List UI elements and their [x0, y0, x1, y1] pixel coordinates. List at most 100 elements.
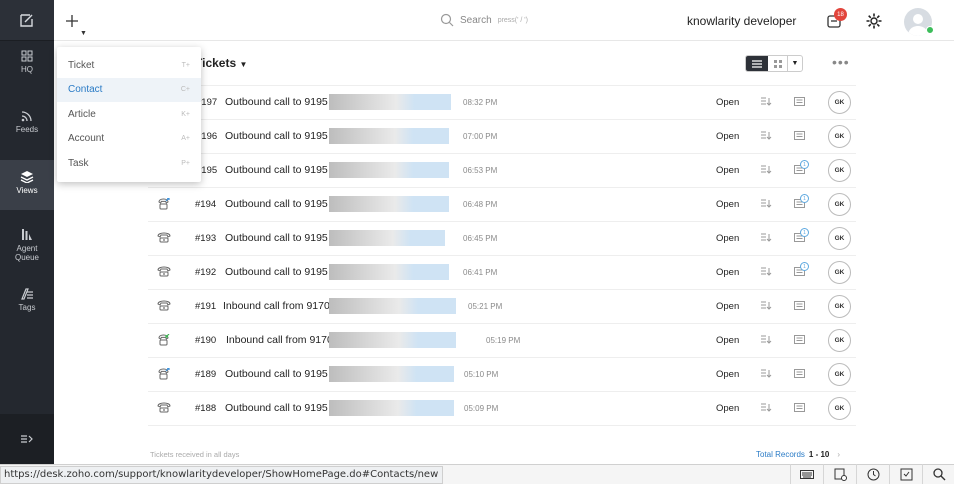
table-row[interactable]: #196 Outbound call to 9195 07:00 PM Open GK	[148, 119, 856, 153]
ticket-subject[interactable]: Inbound call from 9170	[226, 334, 333, 346]
conversation-icon[interactable]	[794, 335, 805, 347]
menu-item-account[interactable]: Account A+	[57, 127, 201, 152]
priority-icon[interactable]	[761, 403, 772, 415]
table-row[interactable]: #194 Outbound call to 9195 06:48 PM Open 1 GK	[148, 187, 856, 221]
chevron-down-icon[interactable]: ▼	[80, 30, 87, 37]
outgoing-call-icon	[157, 367, 170, 383]
assignee-avatar[interactable]: GK	[828, 363, 851, 386]
priority-icon[interactable]	[761, 97, 772, 109]
status-badge[interactable]: Open	[716, 131, 739, 142]
table-row[interactable]: #188 Outbound call to 9195 05:09 PM Open GK	[148, 391, 856, 425]
menu-item-task[interactable]: Task P+	[57, 151, 201, 176]
dialer-icon[interactable]	[889, 464, 922, 484]
chevron-down-icon[interactable]: ▼	[788, 56, 802, 71]
redacted-phone	[329, 400, 454, 416]
portal-name[interactable]: knowlarity developer	[687, 14, 796, 28]
view-title[interactable]: Tickets ▼	[195, 56, 247, 70]
ticket-subject[interactable]: Outbound call to 9195	[225, 130, 328, 142]
priority-icon[interactable]	[761, 233, 772, 245]
priority-icon[interactable]	[761, 199, 772, 211]
conversation-icon[interactable]: 1	[794, 262, 809, 279]
app-logo-icon[interactable]	[0, 0, 54, 41]
table-row[interactable]: #191 Inbound call from 9170 05:21 PM Open GK	[148, 289, 856, 323]
priority-icon[interactable]	[761, 165, 772, 177]
conversation-icon[interactable]: 1	[794, 160, 809, 177]
assignee-avatar[interactable]: GK	[828, 193, 851, 216]
ticket-number[interactable]: #189	[195, 369, 216, 380]
table-row[interactable]: #192 Outbound call to 9195 06:41 PM Open 1 GK	[148, 255, 856, 289]
menu-item-article[interactable]: Article K+	[57, 102, 201, 127]
search-icon[interactable]	[922, 464, 954, 484]
status-badge[interactable]: Open	[716, 369, 739, 380]
table-row[interactable]: #193 Outbound call to 9195 06:45 PM Open 1 GK	[148, 221, 856, 255]
search-input[interactable]: Search press(' / ')	[440, 13, 528, 27]
ticket-time: 05:10 PM	[464, 370, 499, 379]
ticket-subject[interactable]: Outbound call to 9195	[225, 402, 328, 414]
clock-icon[interactable]	[856, 464, 889, 484]
table-row[interactable]: #189 Outbound call to 9195 05:10 PM Open GK	[148, 357, 856, 391]
ticket-subject[interactable]: Outbound call to 9195	[225, 368, 328, 380]
assignee-avatar[interactable]: GK	[828, 295, 851, 318]
ticket-subject[interactable]: Outbound call to 9195	[225, 96, 328, 108]
conversation-icon[interactable]: 1	[794, 194, 809, 211]
more-options-icon[interactable]: •••	[832, 55, 850, 69]
status-badge[interactable]: Open	[716, 403, 739, 414]
conversation-icon[interactable]	[794, 403, 805, 415]
ticket-number[interactable]: #193	[195, 233, 216, 244]
status-badge[interactable]: Open	[716, 165, 739, 176]
status-badge[interactable]: Open	[716, 233, 739, 244]
assignee-avatar[interactable]: GK	[828, 227, 851, 250]
list-view-button[interactable]	[746, 56, 768, 71]
status-badge[interactable]: Open	[716, 199, 739, 210]
assignee-avatar[interactable]: GK	[828, 329, 851, 352]
priority-icon[interactable]	[761, 267, 772, 279]
total-records-link[interactable]: Total Records	[756, 450, 805, 459]
keyboard-icon[interactable]	[790, 464, 823, 484]
status-badge[interactable]: Open	[716, 335, 739, 346]
assignee-avatar[interactable]: GK	[828, 261, 851, 284]
ticket-subject[interactable]: Outbound call to 9195	[225, 164, 328, 176]
status-badge[interactable]: Open	[716, 301, 739, 312]
conversation-icon[interactable]	[794, 131, 805, 143]
priority-icon[interactable]	[761, 131, 772, 143]
gear-icon[interactable]	[865, 12, 883, 30]
ticket-number[interactable]: #192	[195, 267, 216, 278]
assignee-avatar[interactable]: GK	[828, 125, 851, 148]
menu-item-contact[interactable]: Contact C+	[57, 77, 201, 102]
conversation-icon[interactable]	[794, 301, 805, 313]
conversation-icon[interactable]: 1	[794, 228, 809, 245]
priority-icon[interactable]	[761, 335, 772, 347]
sidebar-item-hq[interactable]: HQ	[0, 50, 54, 90]
priority-icon[interactable]	[761, 369, 772, 381]
ticket-subject[interactable]: Outbound call to 9195	[225, 266, 328, 278]
sidebar-item-views[interactable]: Views	[0, 160, 54, 210]
menu-item-ticket[interactable]: Ticket T+	[57, 53, 201, 78]
conversation-count: 1	[800, 262, 809, 271]
table-row[interactable]: #195 Outbound call to 9195 06:53 PM Open 1 GK	[148, 153, 856, 187]
ticket-subject[interactable]: Outbound call to 9195	[225, 198, 328, 210]
ticket-number[interactable]: #190	[195, 335, 216, 346]
card-view-button[interactable]	[768, 56, 788, 71]
ticket-icon[interactable]	[823, 464, 856, 484]
status-badge[interactable]: Open	[716, 267, 739, 278]
ticket-number[interactable]: #188	[195, 403, 216, 414]
sidebar-item-agent-queue[interactable]: Agent Queue	[0, 228, 54, 268]
ticket-number[interactable]: #194	[195, 199, 216, 210]
status-badge[interactable]: Open	[716, 97, 739, 108]
ticket-subject[interactable]: Outbound call to 9195	[225, 232, 328, 244]
tags-icon	[20, 288, 33, 300]
ticket-subject[interactable]: Inbound call from 9170	[223, 300, 330, 312]
sidebar-item-feeds[interactable]: Feeds	[0, 110, 54, 150]
expand-sidebar-button[interactable]	[0, 414, 54, 464]
table-row[interactable]: #190 Inbound call from 9170 05:19 PM Open GK	[148, 323, 856, 357]
table-row[interactable]: #197 Outbound call to 9195 08:32 PM Open GK	[148, 85, 856, 119]
sidebar-item-tags[interactable]: Tags	[0, 288, 54, 328]
assignee-avatar[interactable]: GK	[828, 159, 851, 182]
assignee-avatar[interactable]: GK	[828, 397, 851, 420]
conversation-icon[interactable]	[794, 369, 805, 381]
priority-icon[interactable]	[761, 301, 772, 313]
conversation-icon[interactable]	[794, 97, 805, 109]
ticket-number[interactable]: #191	[195, 301, 216, 312]
assignee-avatar[interactable]: GK	[828, 91, 851, 114]
chevron-right-icon[interactable]: ›	[837, 450, 840, 459]
